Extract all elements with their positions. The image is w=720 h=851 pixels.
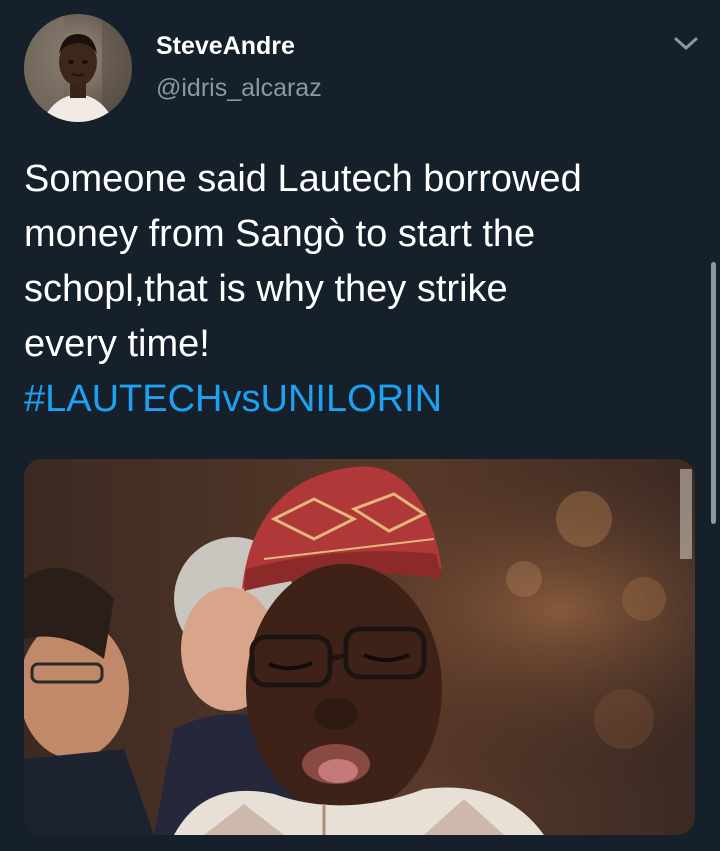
tweet-photo[interactable] xyxy=(24,459,695,835)
chevron-down-icon[interactable] xyxy=(672,34,700,54)
profile-photo-icon xyxy=(24,14,132,122)
tweet: SteveAndre @idris_alcaraz Someone said L… xyxy=(0,0,720,851)
user-handle[interactable]: @idris_alcaraz xyxy=(156,74,322,103)
avatar[interactable] xyxy=(24,14,132,122)
hashtag-link[interactable]: #LAUTECHvsUNILORIN xyxy=(24,372,442,427)
display-name[interactable]: SteveAndre xyxy=(156,32,295,61)
photo-image xyxy=(24,459,695,835)
tweet-text: Someone said Lautech borrowed money from… xyxy=(24,158,582,365)
scrollbar[interactable] xyxy=(711,262,716,524)
